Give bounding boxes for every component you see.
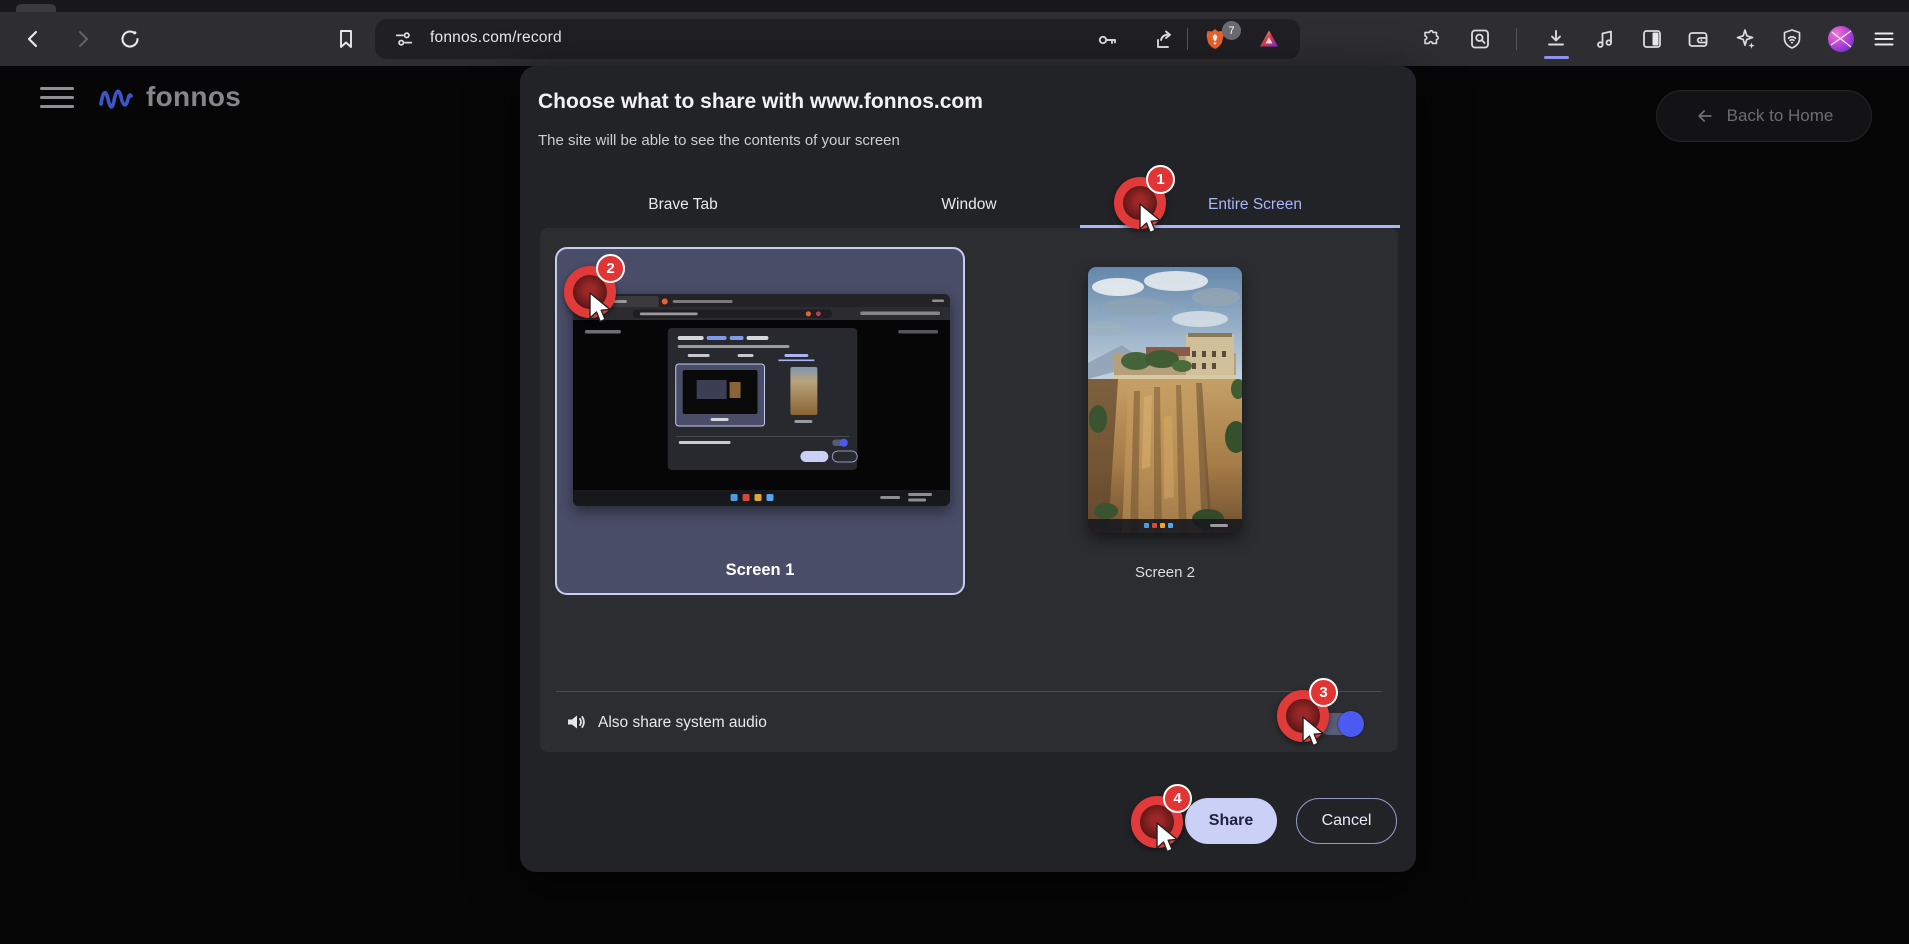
vpn-shield-icon[interactable] [1780,27,1804,51]
back-to-home-label: Back to Home [1727,106,1834,126]
screen-2-label: Screen 2 [1088,564,1242,581]
marker-number: 2 [596,254,625,283]
leo-sparkles-icon[interactable] [1734,27,1758,51]
tab-window[interactable]: Window [826,182,1112,228]
share-picker-dialog: Choose what to share with www.fonnos.com… [520,66,1416,872]
screen-2-tile[interactable] [1088,267,1242,533]
annotation-marker-3: 3 [1277,690,1329,742]
site-settings-tune-icon[interactable] [393,28,415,50]
marker-number: 4 [1163,784,1192,813]
cursor-icon [1155,822,1181,856]
toggle-knob [1338,711,1364,737]
cursor-icon [588,292,614,326]
downloads-icon[interactable] [1544,27,1568,51]
download-active-indicator [1544,56,1569,59]
annotation-marker-1: 1 [1114,177,1166,229]
audio-divider [556,691,1382,692]
sidebar-icon[interactable] [1640,27,1664,51]
marker-number: 3 [1309,678,1338,707]
bat-triangle-icon[interactable] [1257,27,1281,51]
url-text[interactable]: fonnos.com/record [430,29,562,47]
shield-count-badge: 7 [1222,21,1241,40]
audio-share-label: Also share system audio [598,714,767,732]
waveform-icon [96,77,136,117]
dialog-subtitle: The site will be able to see the content… [538,132,900,149]
marker-number: 1 [1146,165,1175,194]
browser-toolbar: fonnos.com/record 7 [0,12,1909,66]
screen-1-preview-image [573,294,950,506]
page-menu-icon[interactable] [40,86,74,110]
tab-strip [0,0,1909,12]
share-export-icon[interactable] [1153,28,1177,52]
screen-1-label: Screen 1 [557,561,963,580]
speaker-icon [564,710,588,734]
annotation-marker-2: 2 [564,266,616,318]
share-button[interactable]: Share [1185,798,1277,844]
screen-list-panel: Screen 1 [540,228,1398,752]
menu-hamburger-icon[interactable] [1872,27,1896,51]
active-tab-nub[interactable] [16,4,56,12]
page-logo-text: fonnos [146,81,241,113]
back-icon[interactable] [22,27,46,51]
extensions-puzzle-icon[interactable] [1420,27,1444,51]
toolbar-separator [1516,28,1517,50]
dialog-title: Choose what to share with www.fonnos.com [538,90,983,114]
key-icon[interactable] [1095,28,1119,52]
profile-avatar[interactable] [1828,26,1854,52]
bookmark-icon[interactable] [334,27,358,51]
wallet-icon[interactable] [1686,27,1710,51]
screen-1-tile[interactable]: Screen 1 [555,247,965,595]
urlbar-separator [1187,28,1188,50]
cursor-icon [1138,203,1164,237]
annotation-marker-4: 4 [1131,796,1183,848]
forward-icon[interactable] [70,27,94,51]
share-source-tabs: Brave Tab Window Entire Screen [540,182,1398,228]
reload-icon[interactable] [118,27,142,51]
tab-brave-tab[interactable]: Brave Tab [540,182,826,228]
search-tabs-icon[interactable] [1468,27,1492,51]
url-bar[interactable]: fonnos.com/record 7 [375,19,1300,59]
cursor-icon [1301,716,1327,750]
media-music-icon[interactable] [1593,27,1617,51]
arrow-left-icon [1695,106,1715,126]
screen: fonnos.com/record 7 [0,0,1909,944]
page-logo[interactable]: fonnos [96,74,241,120]
back-to-home-button[interactable]: Back to Home [1656,90,1872,142]
cancel-button[interactable]: Cancel [1296,798,1397,844]
